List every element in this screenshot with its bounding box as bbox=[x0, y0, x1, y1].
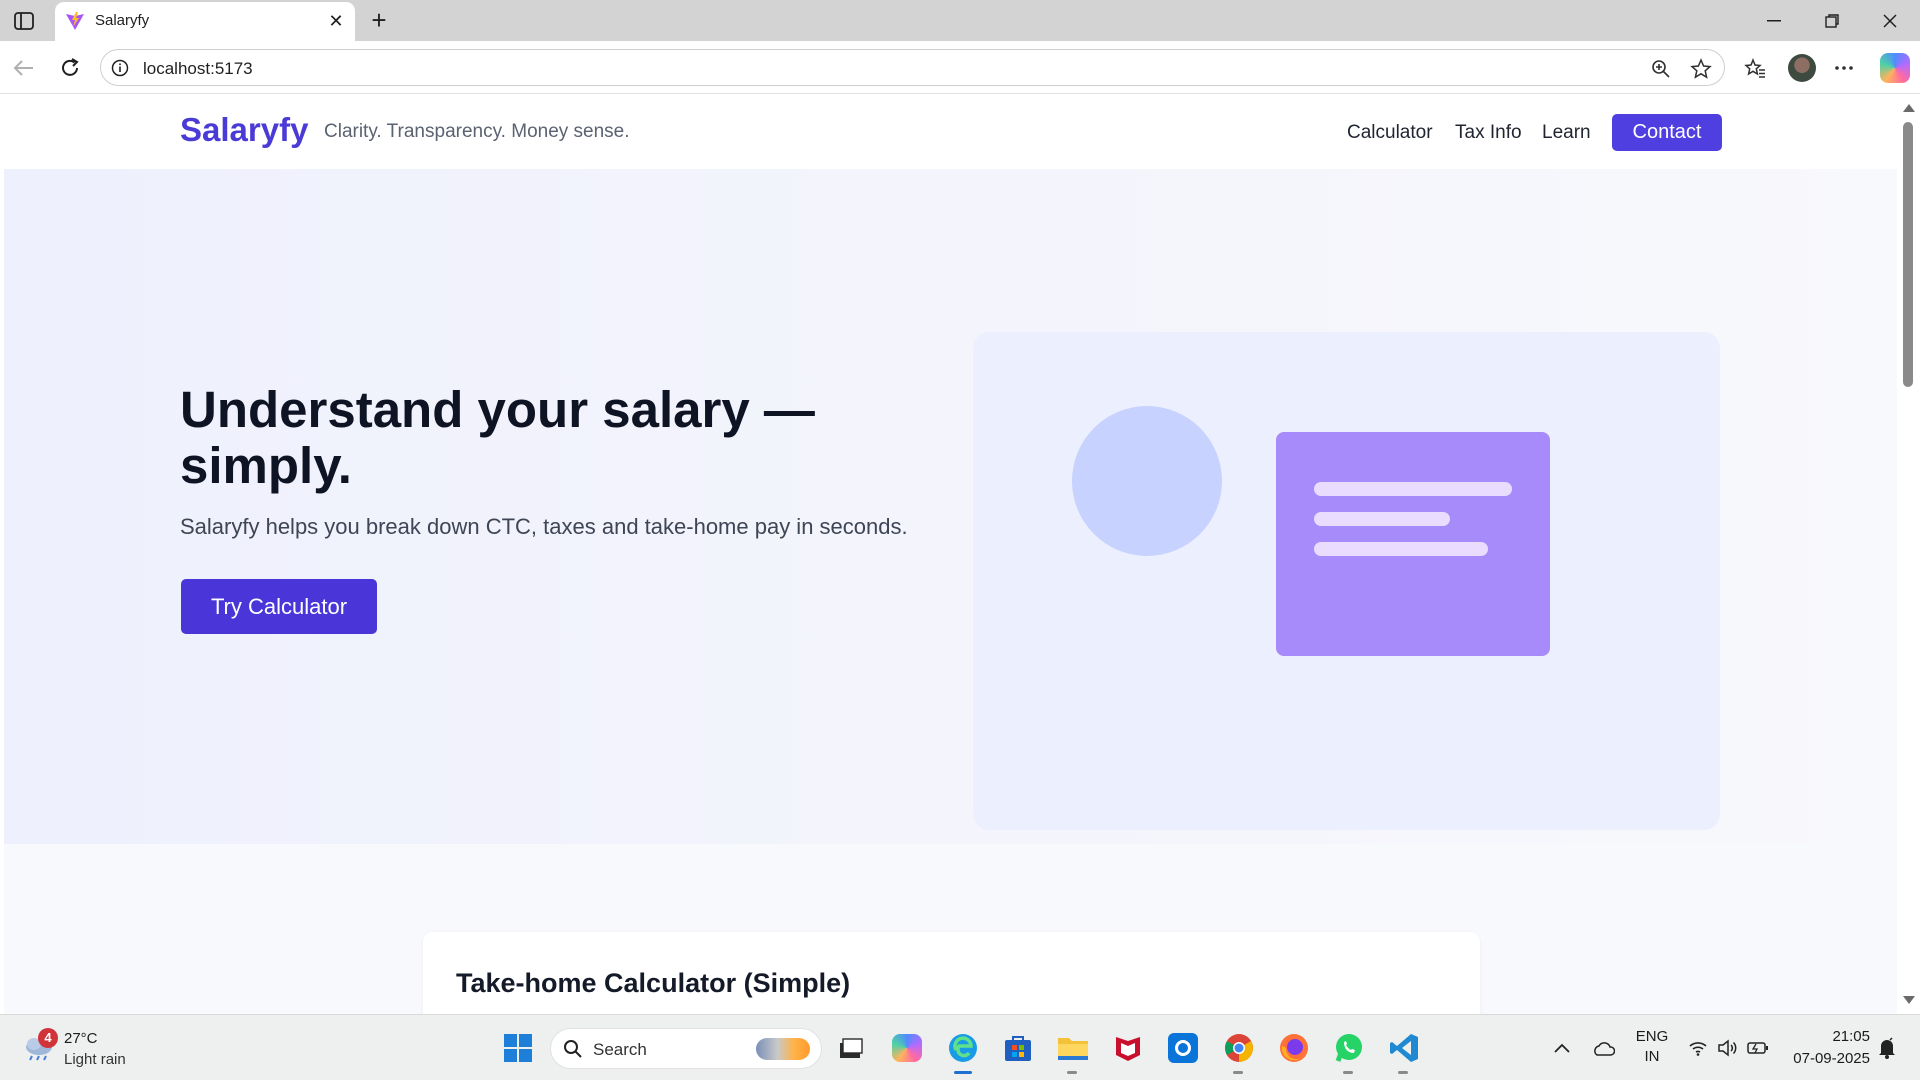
restore-icon[interactable] bbox=[1810, 8, 1854, 34]
nav-tax-info[interactable]: Tax Info bbox=[1455, 122, 1522, 144]
running-app-indicator bbox=[1067, 1071, 1077, 1074]
notifications-icon[interactable] bbox=[1868, 1029, 1906, 1067]
address-bar[interactable]: localhost:5173 bbox=[100, 49, 1725, 86]
new-tab-button[interactable]: + bbox=[364, 5, 394, 35]
illustration-line bbox=[1314, 482, 1512, 496]
mcafee-icon[interactable] bbox=[1109, 1029, 1147, 1067]
region-indicator[interactable]: IN bbox=[1632, 1048, 1672, 1065]
start-icon[interactable] bbox=[499, 1029, 537, 1067]
zoom-icon[interactable] bbox=[1649, 57, 1673, 81]
tab-strip: Salaryfy ✕ + bbox=[0, 0, 1920, 41]
hero-illustration bbox=[973, 332, 1720, 830]
blue-app-icon[interactable] bbox=[1164, 1029, 1202, 1067]
search-highlight-icon bbox=[756, 1038, 810, 1060]
browser-toolbar: localhost:5173 bbox=[0, 41, 1920, 94]
more-options-icon[interactable] bbox=[1830, 54, 1858, 82]
scroll-down-icon[interactable] bbox=[1903, 996, 1915, 1004]
show-hidden-icons-icon[interactable] bbox=[1543, 1029, 1581, 1067]
vite-favicon-icon bbox=[66, 12, 84, 30]
onedrive-icon[interactable] bbox=[1584, 1029, 1622, 1067]
edge-icon[interactable] bbox=[944, 1029, 982, 1067]
page-scrollbar[interactable] bbox=[1897, 94, 1920, 1014]
task-view-icon[interactable] bbox=[832, 1029, 870, 1067]
hero-section: Understand your salary — simply. Salaryf… bbox=[4, 169, 1897, 844]
weather-description[interactable]: Light rain bbox=[64, 1051, 126, 1068]
illustration-circle bbox=[1072, 406, 1222, 556]
weather-badge: 4 bbox=[38, 1028, 58, 1048]
active-tab[interactable]: Salaryfy ✕ bbox=[55, 2, 355, 41]
running-app-indicator bbox=[1398, 1071, 1408, 1074]
nav-learn[interactable]: Learn bbox=[1542, 122, 1591, 144]
running-app-indicator bbox=[1233, 1071, 1243, 1074]
clock-time[interactable]: 21:05 bbox=[1780, 1028, 1870, 1045]
vscode-icon[interactable] bbox=[1385, 1029, 1423, 1067]
clock-date[interactable]: 07-09-2025 bbox=[1780, 1050, 1870, 1067]
search-icon bbox=[564, 1040, 582, 1058]
brand-tagline: Clarity. Transparency. Money sense. bbox=[324, 121, 630, 142]
copilot-icon[interactable] bbox=[1880, 53, 1910, 83]
weather-temperature[interactable]: 27°C bbox=[64, 1030, 98, 1047]
tab-title: Salaryfy bbox=[95, 12, 150, 29]
profile-avatar[interactable] bbox=[1788, 54, 1816, 82]
page-viewport: Salaryfy Clarity. Transparency. Money se… bbox=[4, 94, 1897, 1014]
tab-actions-icon[interactable] bbox=[12, 10, 36, 32]
taskbar-search[interactable]: Search bbox=[550, 1028, 822, 1069]
nav-contact-button[interactable]: Contact bbox=[1612, 114, 1722, 151]
illustration-line bbox=[1314, 512, 1450, 526]
taskbar-search-placeholder: Search bbox=[593, 1040, 647, 1059]
reload-icon[interactable] bbox=[56, 54, 84, 82]
site-header: Salaryfy Clarity. Transparency. Money se… bbox=[4, 94, 1897, 169]
favorite-star-icon[interactable] bbox=[1689, 57, 1713, 81]
hero-title: Understand your salary — simply. bbox=[180, 381, 815, 494]
back-icon[interactable] bbox=[10, 54, 38, 82]
firefox-icon[interactable] bbox=[1275, 1029, 1313, 1067]
active-app-indicator bbox=[954, 1071, 972, 1074]
calculator-card: Take-home Calculator (Simple) bbox=[423, 932, 1480, 1014]
language-indicator[interactable]: ENG bbox=[1632, 1028, 1672, 1045]
copilot-taskbar-icon[interactable] bbox=[888, 1029, 926, 1067]
favorites-icon[interactable] bbox=[1741, 54, 1769, 82]
close-tab-icon[interactable]: ✕ bbox=[325, 10, 347, 32]
url-text[interactable]: localhost:5173 bbox=[143, 59, 253, 79]
chrome-icon[interactable] bbox=[1220, 1029, 1258, 1067]
site-info-icon[interactable] bbox=[111, 59, 129, 77]
illustration-card bbox=[1276, 432, 1550, 656]
hero-subtitle: Salaryfy helps you break down CTC, taxes… bbox=[180, 514, 908, 539]
microsoft-store-icon[interactable] bbox=[999, 1029, 1037, 1067]
whatsapp-icon[interactable] bbox=[1330, 1029, 1368, 1067]
file-explorer-icon[interactable] bbox=[1054, 1029, 1092, 1067]
scroll-thumb[interactable] bbox=[1903, 122, 1913, 387]
nav-calculator[interactable]: Calculator bbox=[1347, 122, 1433, 144]
scroll-up-icon[interactable] bbox=[1903, 104, 1915, 112]
minimize-icon[interactable] bbox=[1752, 8, 1796, 34]
close-window-icon[interactable] bbox=[1868, 8, 1912, 34]
brand-logo[interactable]: Salaryfy bbox=[180, 111, 308, 149]
try-calculator-button[interactable]: Try Calculator bbox=[181, 579, 377, 634]
illustration-line bbox=[1314, 542, 1488, 556]
battery-icon[interactable] bbox=[1738, 1029, 1778, 1067]
windows-taskbar: 4 27°C Light rain Search ENG IN 21:05 07… bbox=[0, 1014, 1920, 1080]
running-app-indicator bbox=[1343, 1071, 1353, 1074]
calculator-title: Take-home Calculator (Simple) bbox=[456, 968, 851, 998]
